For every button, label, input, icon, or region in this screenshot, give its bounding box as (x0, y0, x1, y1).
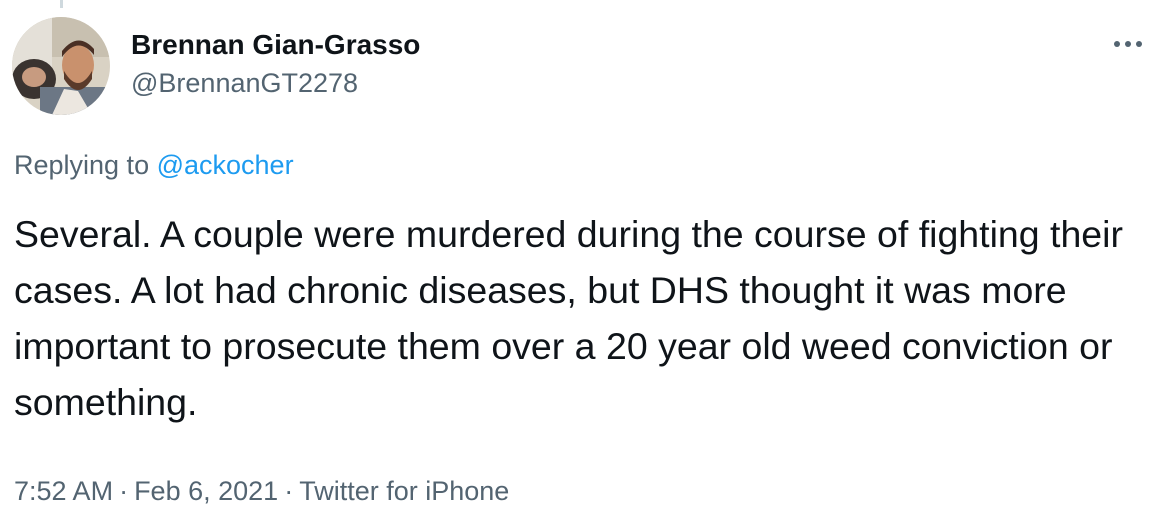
replying-to-mention-link[interactable]: @ackocher (157, 150, 294, 180)
tweet-metadata: 7:52 AM · Feb 6, 2021 · Twitter for iPhone (14, 474, 509, 508)
separator-dot: · (284, 476, 294, 506)
replying-prefix: Replying to (14, 150, 157, 180)
more-options-button[interactable] (1108, 33, 1148, 55)
tweet-text: Several. A couple were murdered during t… (14, 213, 1123, 423)
tweet-time-link[interactable]: 7:52 AM (14, 476, 113, 506)
replying-to: Replying to @ackocher (14, 148, 294, 182)
avatar-image (12, 17, 110, 115)
author-handle[interactable]: @BrennanGT2278 (131, 66, 420, 100)
more-horizontal-icon (1114, 41, 1142, 47)
tweet: Brennan Gian-Grasso @BrennanGT2278 Reply… (0, 0, 1172, 521)
tweet-source-link[interactable]: Twitter for iPhone (299, 476, 509, 506)
author-display-name[interactable]: Brennan Gian-Grasso (131, 28, 420, 62)
author-info: Brennan Gian-Grasso @BrennanGT2278 (131, 28, 420, 100)
separator-dot: · (119, 476, 129, 506)
avatar[interactable] (12, 17, 110, 115)
tweet-date-link[interactable]: Feb 6, 2021 (134, 476, 278, 506)
